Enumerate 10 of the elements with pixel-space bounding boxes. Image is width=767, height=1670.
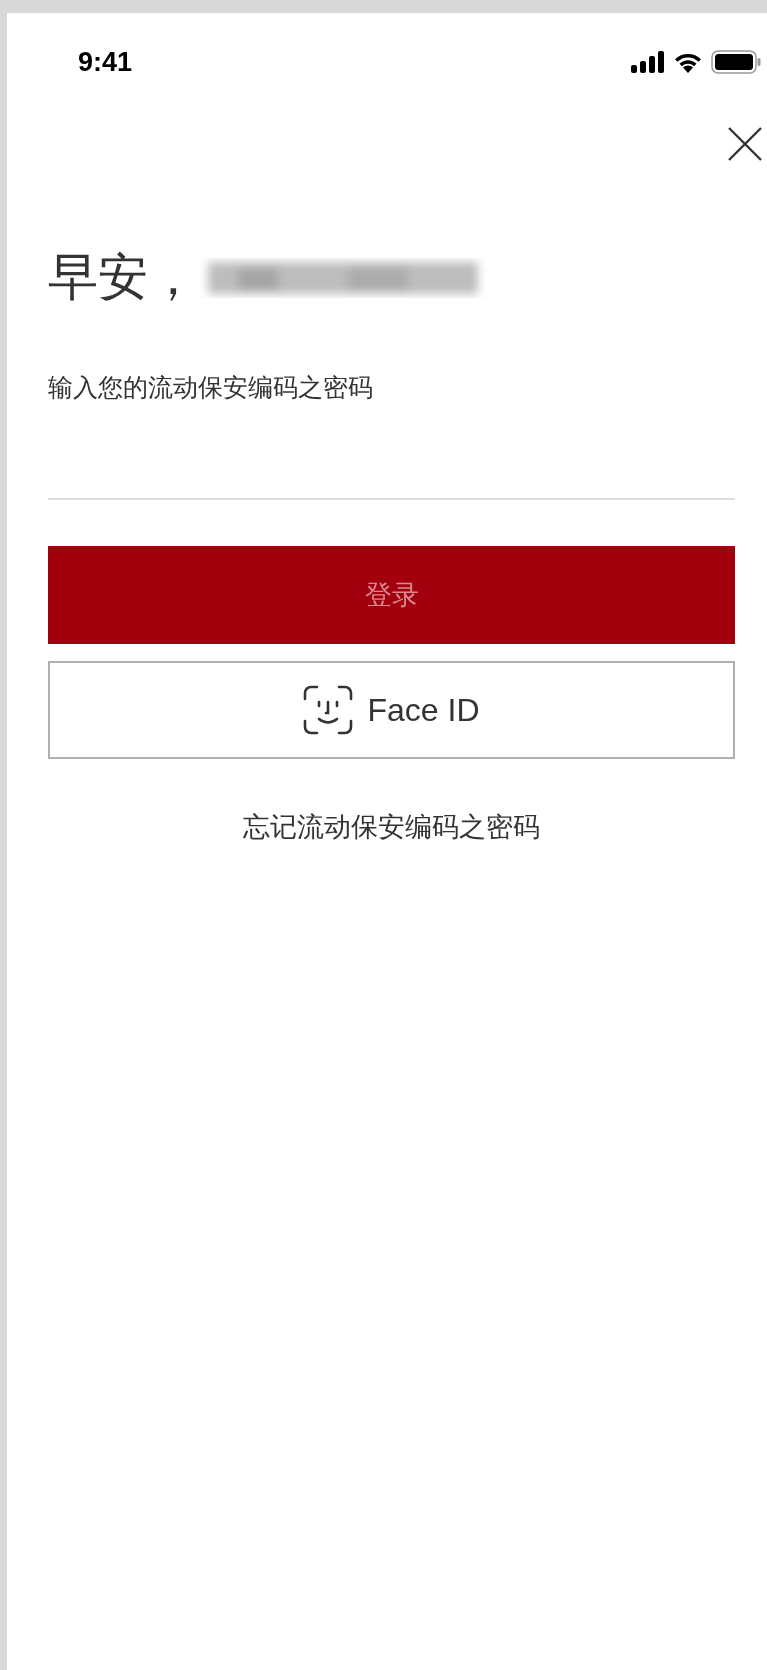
face-id-icon xyxy=(303,685,354,735)
close-icon[interactable] xyxy=(727,126,763,162)
signal-icon xyxy=(631,51,665,73)
greeting-text: 早安， xyxy=(48,247,198,308)
wifi-icon xyxy=(673,51,703,73)
face-id-button[interactable]: Face ID xyxy=(48,661,735,759)
status-time: 9:41 xyxy=(78,46,133,78)
battery-icon xyxy=(711,50,761,74)
forgot-password-link[interactable]: 忘记流动保安编码之密码 xyxy=(243,809,540,845)
password-label: 输入您的流动保安编码之密码 xyxy=(48,372,374,404)
